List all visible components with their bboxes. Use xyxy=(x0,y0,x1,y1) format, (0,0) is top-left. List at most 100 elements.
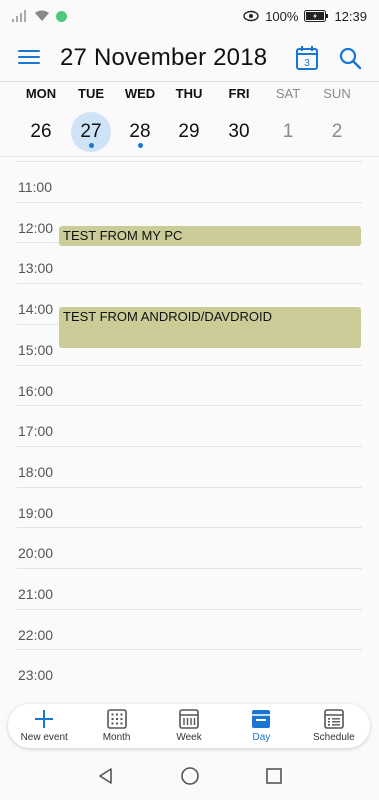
event-indicator-dot xyxy=(89,143,94,148)
weekday-label: WED xyxy=(124,86,156,101)
week-day-5[interactable]: SAT 1 xyxy=(263,84,313,154)
week-view-icon xyxy=(179,709,199,729)
plus-icon xyxy=(35,710,54,728)
status-left xyxy=(12,10,67,22)
back-button[interactable] xyxy=(94,764,118,788)
hour-row[interactable]: 16:00 xyxy=(0,364,379,406)
hour-label: 16:00 xyxy=(18,382,54,399)
hour-label: 21:00 xyxy=(18,586,54,602)
nav-day[interactable]: Day xyxy=(225,704,297,748)
hour-gridline xyxy=(17,364,362,366)
nav-label: New event xyxy=(20,732,68,743)
home-button[interactable] xyxy=(178,764,202,788)
nav-label: Month xyxy=(102,732,131,743)
weekday-label: SUN xyxy=(323,86,351,101)
hour-label: 22:00 xyxy=(18,626,54,643)
clock: 12:39 xyxy=(334,8,367,24)
hour-gridline xyxy=(17,161,362,162)
home-circle-icon xyxy=(180,767,199,785)
back-triangle-icon xyxy=(98,768,112,784)
vpn-shield-icon xyxy=(56,10,67,22)
wifi-icon xyxy=(35,10,49,21)
app-header: 27 November 2018 3 xyxy=(0,36,379,80)
recents-button[interactable] xyxy=(262,764,286,788)
hour-label: 17:00 xyxy=(18,423,54,440)
weekday-label: SAT xyxy=(275,86,301,101)
hour-label: 20:00 xyxy=(18,545,54,562)
status-right: 100% 12:39 xyxy=(243,9,367,24)
today-calendar-icon[interactable]: 3 xyxy=(296,46,318,70)
nav-label: Day xyxy=(252,732,271,743)
week-strip: MON 26 TUE 27 WED 28 THU 29 FRI 30 SAT 1 SUN 2 xyxy=(0,84,379,154)
nav-week[interactable]: Week xyxy=(153,704,225,748)
day-timeline[interactable]: 11:00 12:00 13:00 14:00 15:00 16:00 17:00 18:00… xyxy=(0,157,379,702)
nav-label: Week xyxy=(176,732,202,743)
date-number[interactable]: 29 xyxy=(169,112,209,152)
status-bar: 100% 12:39 xyxy=(0,0,379,32)
week-day-0[interactable]: MON 26 xyxy=(16,84,66,154)
hour-gridline xyxy=(17,486,362,488)
weekday-label: FRI xyxy=(228,86,250,101)
hour-label: 11:00 xyxy=(18,179,52,195)
week-day-4[interactable]: FRI 30 xyxy=(214,84,264,154)
battery-percent: 100% xyxy=(265,8,299,24)
nav-schedule[interactable]: Schedule xyxy=(298,704,370,748)
hour-label: 18:00 xyxy=(18,463,54,480)
hour-label: 12:00 xyxy=(18,219,54,236)
nav-month[interactable]: Month xyxy=(80,704,152,748)
header-divider xyxy=(0,81,379,82)
hour-row[interactable]: 22:00 xyxy=(0,608,379,650)
hour-row[interactable]: 23:00 xyxy=(0,649,379,690)
event-block[interactable]: TEST FROM MY PC xyxy=(59,225,361,247)
date-number[interactable]: 30 xyxy=(219,112,259,152)
hour-gridline xyxy=(17,649,362,651)
day-view-icon xyxy=(252,710,271,728)
signal-icon xyxy=(12,10,26,22)
hour-label: 23:00 xyxy=(18,667,54,684)
week-day-2[interactable]: WED 28 xyxy=(115,84,165,154)
hour-row[interactable]: 19:00 xyxy=(0,486,379,528)
hour-label: 19:00 xyxy=(18,504,54,521)
menu-button[interactable] xyxy=(18,46,40,68)
event-block[interactable]: TEST FROM ANDROID/DAVDROID xyxy=(59,307,361,348)
hour-row[interactable]: 13:00 xyxy=(0,242,379,283)
week-day-1[interactable]: TUE 27 xyxy=(66,84,116,154)
battery-icon xyxy=(304,10,329,22)
today-badge: 3 xyxy=(304,58,310,69)
hour-label: 13:00 xyxy=(18,260,54,277)
hour-gridline xyxy=(17,608,362,610)
month-grid-icon xyxy=(106,709,127,729)
hour-gridline xyxy=(17,283,362,285)
eye-icon xyxy=(243,10,259,22)
hour-row[interactable]: 18:00 xyxy=(0,445,379,487)
page-title: 27 November 2018 xyxy=(60,44,268,71)
hamburger-line xyxy=(18,62,40,64)
weekday-label: THU xyxy=(175,86,203,101)
weekday-label: TUE xyxy=(78,86,104,101)
hour-gridline xyxy=(17,405,362,407)
system-navigation-bar xyxy=(0,752,379,800)
hour-row[interactable]: 17:00 xyxy=(0,405,379,446)
recents-square-icon xyxy=(265,768,282,784)
week-day-3[interactable]: THU 29 xyxy=(164,84,214,154)
hamburger-line xyxy=(18,50,40,52)
hour-row[interactable]: 21:00 xyxy=(0,568,379,609)
hour-label: 15:00 xyxy=(18,341,54,358)
event-indicator-dot xyxy=(138,143,143,148)
hour-row[interactable]: 20:00 xyxy=(0,527,379,568)
search-icon[interactable] xyxy=(338,46,362,70)
hour-row[interactable]: 11:00 xyxy=(0,161,379,202)
hour-gridline xyxy=(17,568,362,569)
hour-gridline xyxy=(17,527,362,529)
date-number[interactable]: 2 xyxy=(317,112,357,152)
hour-gridline xyxy=(17,201,362,203)
date-number[interactable]: 26 xyxy=(21,112,61,152)
nav-label: Schedule xyxy=(312,732,355,743)
nav-new-event[interactable]: New event xyxy=(8,704,80,748)
hour-gridline xyxy=(17,445,362,447)
week-day-6[interactable]: SUN 2 xyxy=(312,84,362,154)
hamburger-line xyxy=(18,56,40,58)
bottom-navigation: New event Month Week Day Schedule xyxy=(8,704,370,748)
hour-label: 14:00 xyxy=(18,301,54,318)
date-number[interactable]: 1 xyxy=(268,112,308,152)
